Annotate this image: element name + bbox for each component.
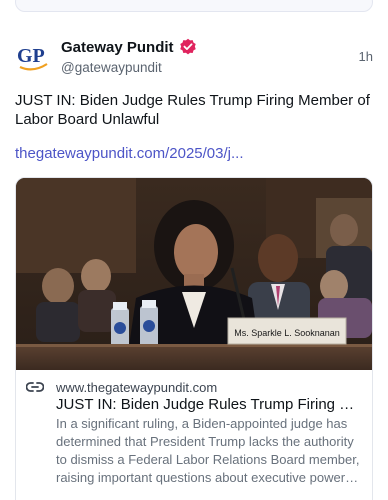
card-body[interactable]: www.thegatewaypundit.com JUST IN: Biden …	[16, 370, 372, 500]
avatar[interactable]: GP	[16, 40, 50, 74]
card-domain: www.thegatewaypundit.com	[56, 380, 218, 395]
previous-card	[15, 0, 373, 12]
card-description: In a significant ruling, a Biden-appoint…	[56, 416, 360, 485]
verified-badge-icon	[179, 38, 196, 55]
post-time[interactable]: 1h	[359, 49, 373, 64]
name-plate-text: Ms. Sparkle L. Sooknanan	[234, 328, 340, 338]
link-preview-card[interactable]: Ms. Sparkle L. Sooknanan www.thegatewayp…	[15, 177, 373, 500]
svg-text:GP: GP	[17, 45, 45, 67]
link-icon	[26, 381, 44, 393]
post-text: JUST IN: Biden Judge Rules Trump Firing …	[15, 92, 370, 128]
card-title[interactable]: JUST IN: Biden Judge Rules Trump Firing …	[56, 396, 362, 413]
card-image[interactable]: Ms. Sparkle L. Sooknanan	[16, 178, 372, 370]
previous-post-edge	[0, 0, 388, 20]
gateway-pundit-logo: GP	[17, 45, 48, 71]
hearing-photo: Ms. Sparkle L. Sooknanan	[16, 178, 372, 370]
author-name[interactable]: Gateway Pundit	[61, 39, 174, 56]
author-handle[interactable]: @gatewaypundit	[61, 60, 197, 75]
post-link[interactable]: thegatewaypundit.com/2025/03/j...	[15, 145, 244, 162]
author-block: Gateway Pundit @gatewaypundit	[61, 38, 197, 75]
